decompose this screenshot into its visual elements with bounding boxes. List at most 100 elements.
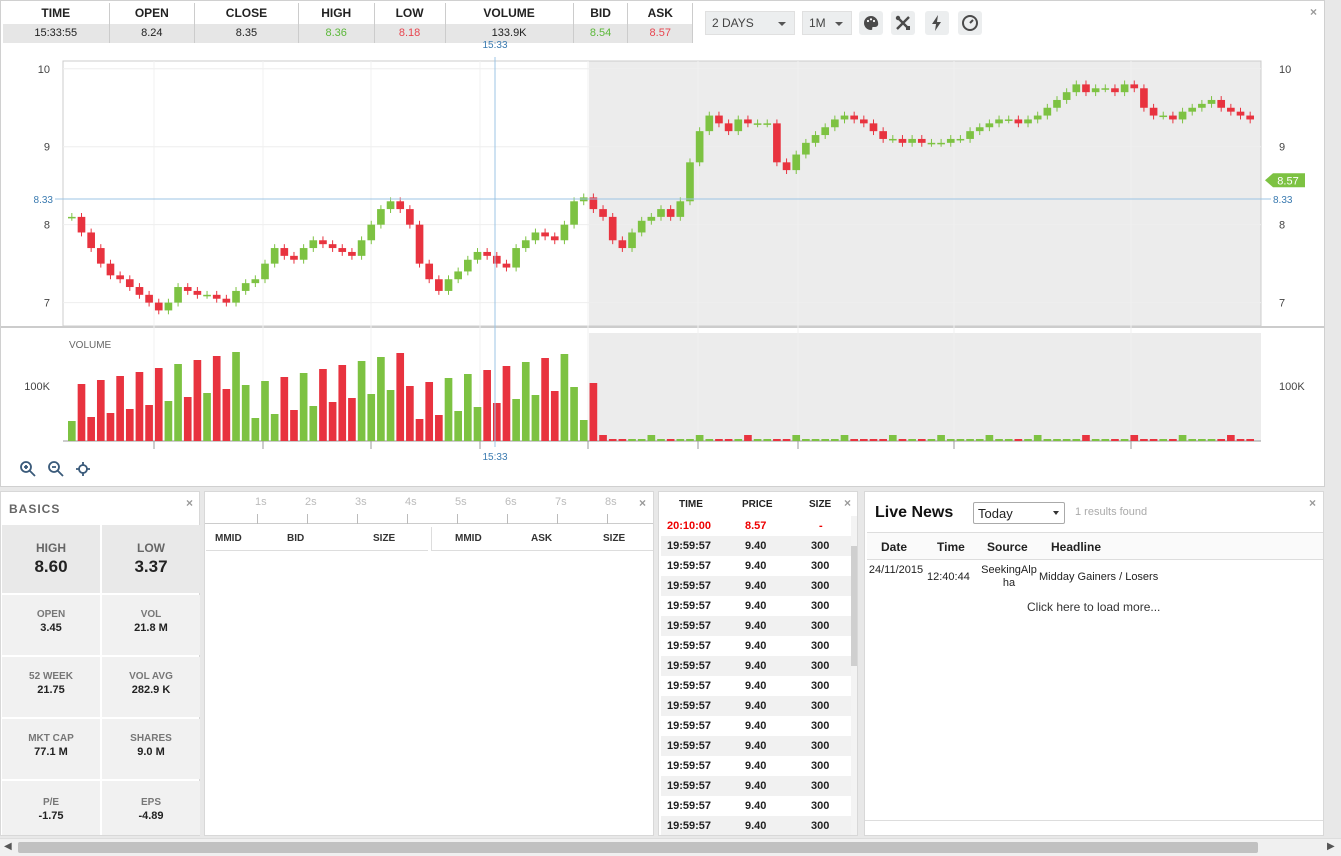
candle xyxy=(1062,92,1071,100)
candle xyxy=(724,123,733,132)
tns-time: 19:59:57 xyxy=(667,540,712,552)
candle xyxy=(212,294,221,299)
basics-label: MKT CAP xyxy=(28,733,74,744)
level2-panel: × 1s 2s 3s 4s 5s 6s 7s 8s MMID BID SIZE … xyxy=(204,491,654,836)
basics-value: 9.0 M xyxy=(137,746,165,758)
tools-button[interactable] xyxy=(891,11,915,35)
price-chart[interactable]: 101099887714:0014:3015:0015:3016:0016:30… xyxy=(1,41,1324,461)
volume-bar xyxy=(521,362,530,441)
level2-tick: 4s xyxy=(405,496,417,508)
volume-bar xyxy=(183,397,192,441)
candle xyxy=(1082,84,1090,93)
candle xyxy=(309,240,318,249)
tns-size: 300 xyxy=(811,740,830,752)
crosshair-time-label: 15:33 xyxy=(482,41,507,51)
news-header-headline[interactable]: Headline xyxy=(1051,540,1101,554)
range-select[interactable]: 2 DAYS xyxy=(705,11,795,35)
y-tick-label: 10 xyxy=(38,64,50,76)
basics-value: 282.9 K xyxy=(131,684,171,696)
palette-button[interactable] xyxy=(859,11,883,35)
reset-zoom-button[interactable] xyxy=(74,460,92,478)
news-filter-select[interactable]: Today xyxy=(973,502,1065,524)
volume-bar xyxy=(203,393,211,441)
tns-size: 300 xyxy=(811,560,830,572)
candle xyxy=(618,240,627,249)
volume-bar xyxy=(647,435,656,441)
lightning-button[interactable] xyxy=(925,11,949,35)
horizontal-scrollbar[interactable]: ◀ ▶ xyxy=(0,838,1341,856)
volume-bar xyxy=(87,417,95,441)
level2-tick-mark xyxy=(457,514,458,524)
news-header-time[interactable]: Time xyxy=(937,540,965,554)
close-icon[interactable]: × xyxy=(186,496,193,510)
load-more-link[interactable]: Click here to load more... xyxy=(1027,600,1160,614)
zoom-out-button[interactable] xyxy=(47,460,65,478)
candle xyxy=(415,224,424,264)
basics-label: EPS xyxy=(140,797,161,808)
volume-bar xyxy=(116,376,124,441)
tns-scrollbar[interactable] xyxy=(851,516,857,835)
volume-bar xyxy=(135,372,144,441)
candle xyxy=(937,142,945,145)
volume-bar xyxy=(502,366,511,441)
crosshair-time-label: 15:33 xyxy=(482,452,507,461)
candle xyxy=(927,142,936,145)
volume-bar xyxy=(251,418,260,441)
candle xyxy=(280,248,289,256)
candle xyxy=(116,275,124,280)
news-header-source[interactable]: Source xyxy=(987,540,1028,554)
volume-label: VOLUME xyxy=(69,340,112,351)
close-icon[interactable]: × xyxy=(639,496,646,510)
candle xyxy=(917,138,926,143)
volume-bar xyxy=(425,382,434,441)
last-price-label: 8.57 xyxy=(1277,175,1298,187)
tns-price: 9.40 xyxy=(745,820,767,832)
close-icon[interactable]: × xyxy=(1310,5,1317,19)
gauge-button[interactable] xyxy=(958,11,982,35)
volume-bar xyxy=(125,409,134,441)
volume-bar xyxy=(792,435,801,441)
tns-scroll-thumb[interactable] xyxy=(851,546,857,666)
volume-bar xyxy=(261,381,269,441)
candle xyxy=(676,201,685,217)
news-header-date[interactable]: Date xyxy=(881,540,907,554)
close-icon[interactable]: × xyxy=(844,496,851,510)
basics-panel: BASICS × HIGH 8.60 LOW 3.37 OPEN 3.45 VO… xyxy=(0,491,200,836)
volume-bar xyxy=(1091,439,1100,441)
volume-bar xyxy=(782,439,791,441)
quote-header: ASK xyxy=(627,3,693,24)
candle xyxy=(1169,115,1177,120)
chevron-down-icon xyxy=(1053,511,1059,515)
candle xyxy=(203,294,211,297)
zoom-in-button[interactable] xyxy=(19,460,37,478)
candle xyxy=(1130,84,1139,89)
volume-bar xyxy=(464,374,472,441)
tns-time: 19:59:57 xyxy=(667,560,712,572)
volume-bar xyxy=(319,369,327,441)
scroll-left-icon[interactable]: ◀ xyxy=(4,841,12,852)
tns-row: 20:10:00 8.57 - xyxy=(661,516,851,536)
close-icon[interactable]: × xyxy=(1309,496,1316,510)
tns-row: 19:59:57 9.40 300 xyxy=(661,796,851,816)
volume-bar xyxy=(435,415,443,441)
volume-bar xyxy=(628,439,636,441)
basics-mkt-cap: MKT CAP 77.1 M xyxy=(2,719,100,779)
basics-label: LOW xyxy=(137,541,165,555)
interval-select[interactable]: 1M xyxy=(802,11,852,35)
news-item[interactable]: 24/11/2015 12:40:44 SeekingAlpha Midday … xyxy=(867,564,1323,594)
volume-bar xyxy=(1217,439,1226,441)
tns-price: 9.40 xyxy=(745,680,767,692)
candle xyxy=(357,240,366,256)
tns-time: 19:59:57 xyxy=(667,640,712,652)
after-hours-volume-region xyxy=(589,333,1261,441)
tns-row: 19:59:57 9.40 300 xyxy=(661,576,851,596)
candle xyxy=(1014,119,1023,124)
tns-size: 300 xyxy=(811,720,830,732)
tns-row: 19:59:57 9.40 300 xyxy=(661,656,851,676)
scroll-right-icon[interactable]: ▶ xyxy=(1327,841,1335,852)
volume-bar xyxy=(888,435,897,441)
level2-tick: 2s xyxy=(305,496,317,508)
scroll-thumb[interactable] xyxy=(18,842,1258,853)
volume-bar xyxy=(821,439,830,441)
level2-tick: 1s xyxy=(255,496,267,508)
